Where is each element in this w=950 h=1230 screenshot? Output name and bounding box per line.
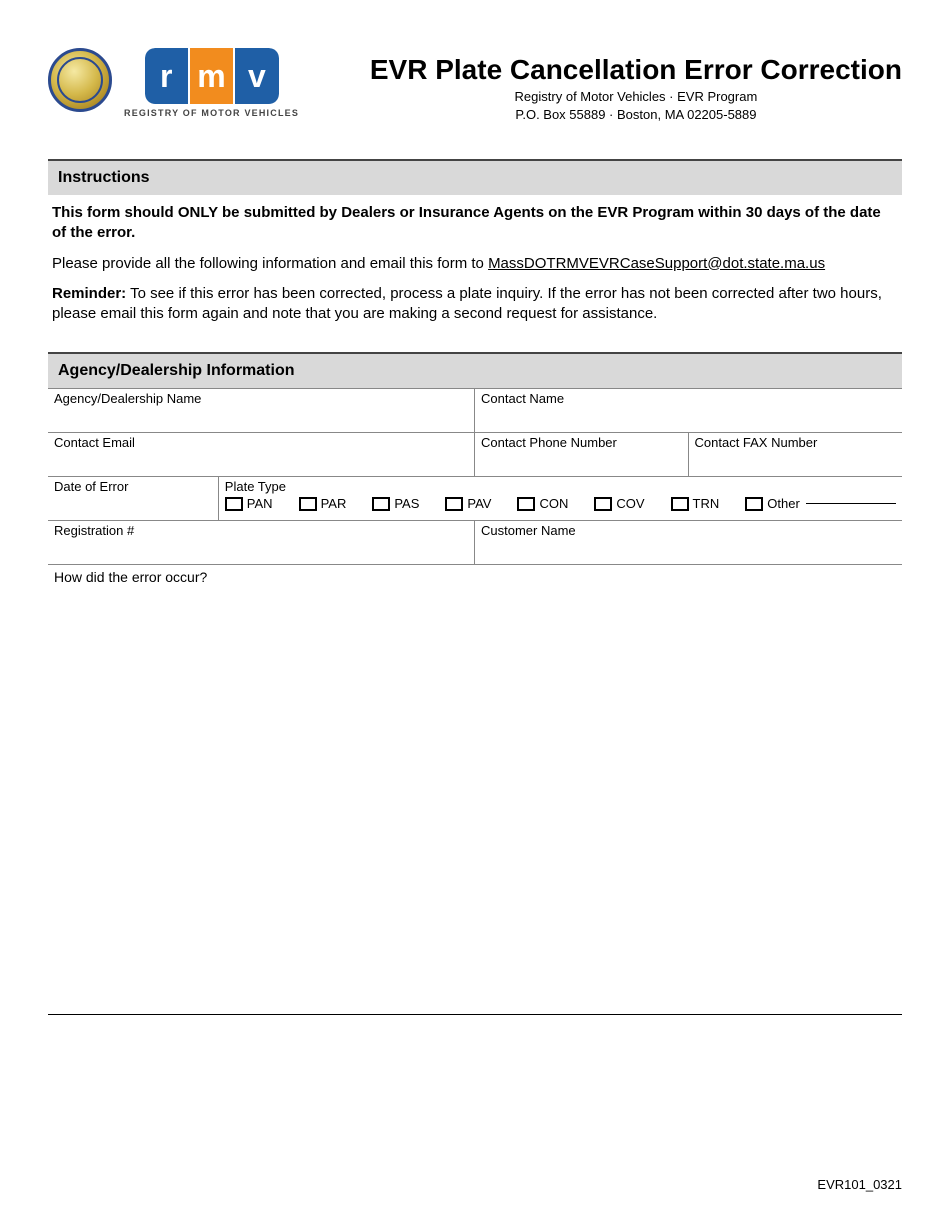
plate-type-options: PAN PAR PAS PAV CON COV TRN Other	[225, 496, 896, 511]
label-date-of-error: Date of Error	[54, 479, 212, 494]
input-contact-name[interactable]	[481, 406, 896, 428]
label-error-occur: How did the error occur?	[48, 565, 902, 585]
title-block: EVR Plate Cancellation Error Correction …	[370, 48, 902, 123]
checkbox-trn-label: TRN	[693, 496, 720, 511]
checkbox-pan[interactable]: PAN	[225, 496, 273, 511]
reminder-label: Reminder:	[52, 285, 126, 302]
cell-plate-type: Plate Type PAN PAR PAS PAV CON COV TRN O…	[219, 477, 902, 520]
checkbox-box-icon	[225, 497, 243, 511]
input-contact-fax[interactable]	[695, 450, 897, 472]
page-title: EVR Plate Cancellation Error Correction	[370, 54, 902, 86]
checkbox-par[interactable]: PAR	[299, 496, 347, 511]
rmv-v-tile: v	[235, 48, 278, 104]
state-seal-icon	[48, 48, 112, 112]
checkbox-pav-label: PAV	[467, 496, 491, 511]
checkbox-con-label: CON	[539, 496, 568, 511]
cell-agency-name: Agency/Dealership Name	[48, 389, 475, 432]
rmv-r-tile: r	[145, 48, 188, 104]
row-name-contact: Agency/Dealership Name Contact Name	[48, 389, 902, 433]
checkbox-cov-label: COV	[616, 496, 644, 511]
checkbox-pan-label: PAN	[247, 496, 273, 511]
label-contact-name: Contact Name	[481, 391, 896, 406]
support-email-link[interactable]: MassDOTRMVEVRCaseSupport@dot.state.ma.us	[488, 255, 825, 272]
other-underline	[806, 503, 896, 504]
input-error-description[interactable]	[48, 585, 902, 1015]
checkbox-other[interactable]: Other	[745, 496, 896, 511]
checkbox-pav[interactable]: PAV	[445, 496, 491, 511]
row-error-occur: How did the error occur?	[48, 565, 902, 1015]
input-contact-email[interactable]	[54, 450, 468, 472]
checkbox-box-icon	[517, 497, 535, 511]
cell-contact-fax: Contact FAX Number	[689, 433, 903, 476]
instructions-p2-pre: Please provide all the following informa…	[52, 255, 488, 272]
instructions-p1: This form should ONLY be submitted by De…	[52, 203, 898, 244]
checkbox-cov[interactable]: COV	[594, 496, 644, 511]
checkbox-par-label: PAR	[321, 496, 347, 511]
cell-contact-name: Contact Name	[475, 389, 902, 432]
input-customer-name[interactable]	[481, 538, 896, 560]
checkbox-con[interactable]: CON	[517, 496, 568, 511]
agency-grid: Agency/Dealership Name Contact Name Cont…	[48, 388, 902, 1015]
instructions-p3: Reminder: To see if this error has been …	[52, 284, 898, 325]
checkbox-box-icon	[445, 497, 463, 511]
row-contact-details: Contact Email Contact Phone Number Conta…	[48, 433, 902, 477]
cell-date-of-error: Date of Error	[48, 477, 219, 520]
org-line: Registry of Motor Vehicles · EVR Program	[370, 88, 902, 106]
label-contact-fax: Contact FAX Number	[695, 435, 897, 450]
cell-customer-name: Customer Name	[475, 521, 902, 564]
checkbox-box-icon	[372, 497, 390, 511]
input-date-of-error[interactable]	[54, 494, 212, 516]
rmv-logo-block: r m v REGISTRY OF MOTOR VEHICLES	[124, 48, 299, 118]
label-customer-name: Customer Name	[481, 523, 896, 538]
checkbox-box-icon	[299, 497, 317, 511]
cell-registration: Registration #	[48, 521, 475, 564]
label-registration: Registration #	[54, 523, 468, 538]
checkbox-box-icon	[745, 497, 763, 511]
address-line: P.O. Box 55889 · Boston, MA 02205-5889	[370, 106, 902, 124]
checkbox-box-icon	[671, 497, 689, 511]
rmv-caption: REGISTRY OF MOTOR VEHICLES	[124, 108, 299, 118]
row-reg-customer: Registration # Customer Name	[48, 521, 902, 565]
label-contact-email: Contact Email	[54, 435, 468, 450]
row-date-platetype: Date of Error Plate Type PAN PAR PAS PAV…	[48, 477, 902, 521]
form-id-footer: EVR101_0321	[817, 1177, 902, 1192]
input-registration[interactable]	[54, 538, 468, 560]
input-agency-name[interactable]	[54, 406, 468, 428]
checkbox-pas-label: PAS	[394, 496, 419, 511]
checkbox-box-icon	[594, 497, 612, 511]
header: r m v REGISTRY OF MOTOR VEHICLES EVR Pla…	[48, 48, 902, 123]
label-plate-type: Plate Type	[225, 479, 896, 494]
label-agency-name: Agency/Dealership Name	[54, 391, 468, 406]
rmv-m-tile: m	[190, 48, 233, 104]
agency-heading: Agency/Dealership Information	[48, 352, 902, 388]
checkbox-other-label: Other	[767, 496, 800, 511]
reminder-body: To see if this error has been corrected,…	[52, 285, 882, 322]
checkbox-trn[interactable]: TRN	[671, 496, 720, 511]
input-contact-phone[interactable]	[481, 450, 682, 472]
instructions-heading: Instructions	[48, 159, 902, 195]
cell-contact-email: Contact Email	[48, 433, 475, 476]
instructions-p2: Please provide all the following informa…	[52, 254, 898, 274]
instructions-body: This form should ONLY be submitted by De…	[48, 195, 902, 324]
checkbox-pas[interactable]: PAS	[372, 496, 419, 511]
label-contact-phone: Contact Phone Number	[481, 435, 682, 450]
cell-contact-phone: Contact Phone Number	[475, 433, 689, 476]
rmv-logo: r m v	[145, 48, 279, 104]
